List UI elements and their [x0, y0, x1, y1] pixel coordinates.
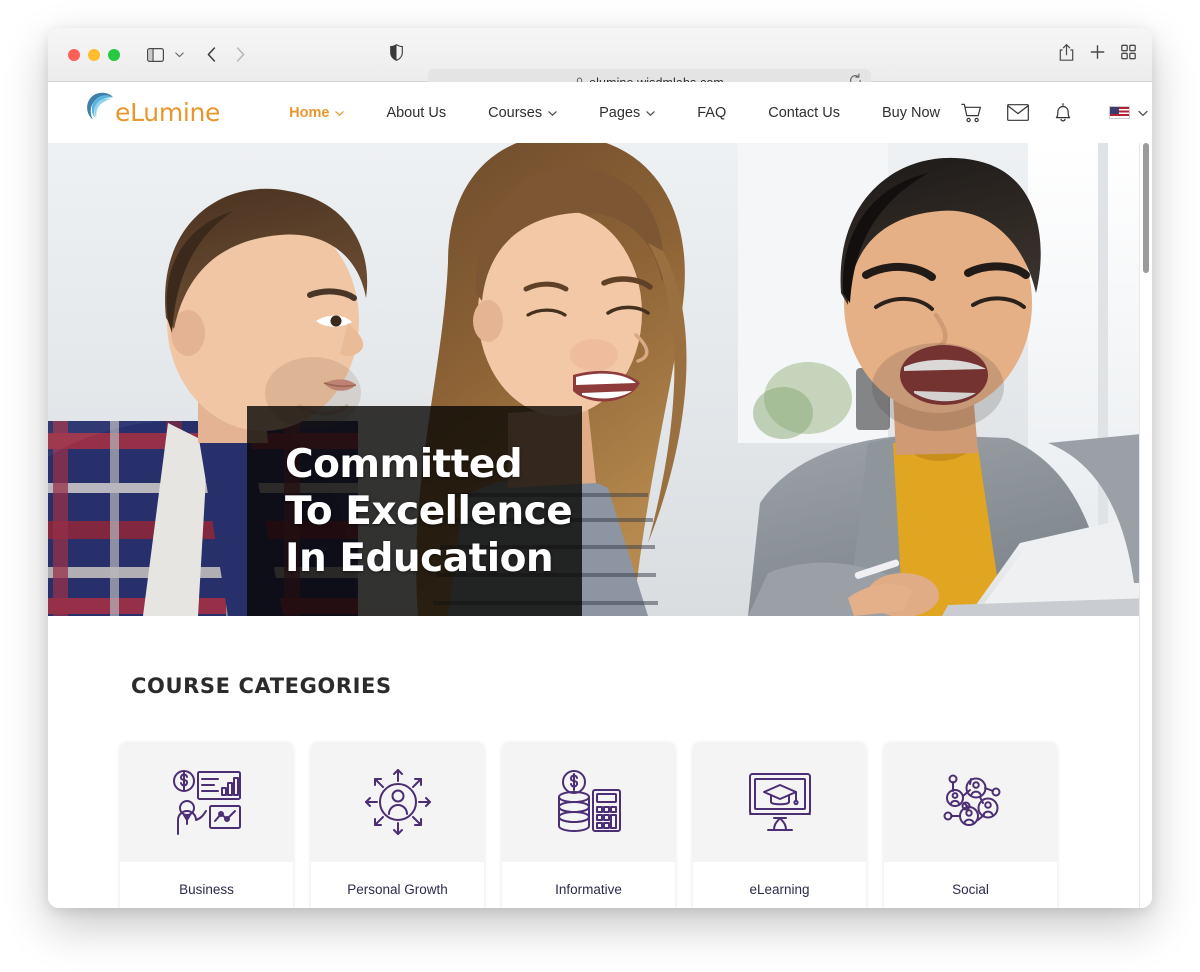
nav-item-contact-us[interactable]: Contact Us: [747, 105, 861, 121]
course-categories-section: COURSE CATEGORIES Business Personal Grow…: [48, 616, 1152, 908]
chevron-down-icon: [548, 106, 557, 117]
category-label: Informative: [502, 862, 675, 908]
nav-item-label: FAQ: [697, 104, 727, 121]
chevron-right-icon: [236, 47, 244, 62]
category-icon-area: [884, 742, 1057, 862]
window-controls: [68, 48, 120, 61]
mail-button[interactable]: [1007, 104, 1029, 121]
grid-icon: [1121, 44, 1136, 60]
logo-text: eLumine: [115, 98, 221, 127]
category-icon-area: [693, 742, 866, 862]
nav-item-courses[interactable]: Courses: [467, 105, 578, 121]
nav-item-label: Buy Now: [881, 104, 940, 121]
cart-icon: [961, 103, 981, 122]
close-window-button[interactable]: [68, 48, 80, 61]
hero-title: Committed To Excellence In Education: [285, 441, 573, 582]
toolbar-right-actions: [1059, 43, 1136, 66]
swirl-circle-logo-mark: [80, 88, 122, 130]
category-label: Personal Growth: [311, 862, 484, 908]
privacy-shield-icon: [390, 43, 403, 61]
sidebar-toggle-icon: [146, 47, 164, 62]
sidebar-options-button[interactable]: [171, 43, 187, 67]
chevron-down-icon: [1138, 104, 1148, 122]
nav-item-faq[interactable]: FAQ: [676, 105, 747, 121]
business-presentation-icon: [172, 770, 241, 835]
us-flag-icon: [1109, 106, 1130, 119]
chevron-down-icon: [646, 106, 655, 117]
category-card-business[interactable]: Business: [120, 742, 293, 908]
nav-item-label: Courses: [488, 104, 543, 121]
hero-banner: Committed To Excellence In Education: [48, 143, 1152, 616]
monitor-graduation-cap-icon: [748, 773, 811, 831]
nav-item-home[interactable]: Home: [268, 105, 365, 121]
sidebar-toggle-button[interactable]: [142, 43, 168, 67]
category-label: Business: [120, 862, 293, 908]
nav-item-label: Home: [289, 104, 330, 121]
browser-toolbar: elumine.wisdmlabs.com: [48, 28, 1152, 96]
site-logo[interactable]: eLumine: [80, 92, 221, 130]
category-icon-area: [120, 742, 293, 862]
hero-title-line-3: In Education: [285, 536, 554, 581]
nav-item-label: Contact Us: [768, 104, 840, 121]
nav-item-about-us[interactable]: About Us: [365, 105, 467, 121]
mail-icon: [1007, 104, 1029, 121]
nav-item-label: About Us: [386, 104, 447, 121]
bell-icon: [1055, 102, 1071, 121]
browser-window: elumine.wisdmlabs.com: [48, 28, 1152, 908]
category-card-informative[interactable]: Informative: [502, 742, 675, 908]
category-label: eLearning: [693, 862, 866, 908]
forward-button[interactable]: [227, 43, 253, 67]
share-button[interactable]: [1059, 43, 1074, 66]
header-action-icons: [961, 102, 1148, 123]
notifications-button[interactable]: [1054, 102, 1072, 123]
category-card-personal-growth[interactable]: Personal Growth: [311, 742, 484, 908]
hero-photo: [48, 143, 1152, 616]
site-header: eLumine Home About Us Courses Pages FAQ …: [48, 82, 1152, 143]
main-navigation: Home About Us Courses Pages FAQ Contact …: [268, 105, 961, 121]
nav-item-buy-now[interactable]: Buy Now: [861, 105, 961, 121]
hero-title-line-2: To Excellence: [285, 489, 573, 534]
web-page-viewport: eLumine Home About Us Courses Pages FAQ …: [48, 82, 1152, 908]
back-button[interactable]: [198, 43, 224, 67]
coins-calculator-icon: [557, 770, 621, 832]
category-label: Social: [884, 862, 1057, 908]
share-icon: [1059, 43, 1074, 61]
page-scrollbar[interactable]: [1143, 143, 1149, 273]
chevron-down-icon: [174, 51, 184, 57]
category-icon-area: [311, 742, 484, 862]
chevron-left-icon: [207, 47, 215, 62]
plus-icon: [1090, 45, 1105, 59]
chevron-down-icon: [335, 106, 345, 117]
navigation-controls: [142, 43, 253, 67]
category-icon-area: [502, 742, 675, 862]
personal-growth-icon: [364, 769, 431, 835]
section-heading: COURSE CATEGORIES: [131, 674, 392, 698]
minimize-window-button[interactable]: [88, 48, 100, 61]
new-tab-button[interactable]: [1090, 45, 1105, 65]
category-cards-grid: Business Personal Growth Informative eLe…: [120, 742, 1152, 908]
category-card-social[interactable]: Social: [884, 742, 1057, 908]
language-selector[interactable]: [1109, 104, 1148, 122]
nav-item-pages[interactable]: Pages: [578, 105, 676, 121]
nav-item-label: Pages: [599, 104, 641, 121]
privacy-report-button[interactable]: [390, 43, 403, 66]
maximize-window-button[interactable]: [108, 48, 120, 61]
tab-overview-button[interactable]: [1121, 44, 1136, 65]
hero-title-line-1: Committed: [285, 442, 523, 487]
category-card-elearning[interactable]: eLearning: [693, 742, 866, 908]
social-network-people-icon: [943, 774, 1000, 826]
cart-button[interactable]: [961, 103, 982, 123]
